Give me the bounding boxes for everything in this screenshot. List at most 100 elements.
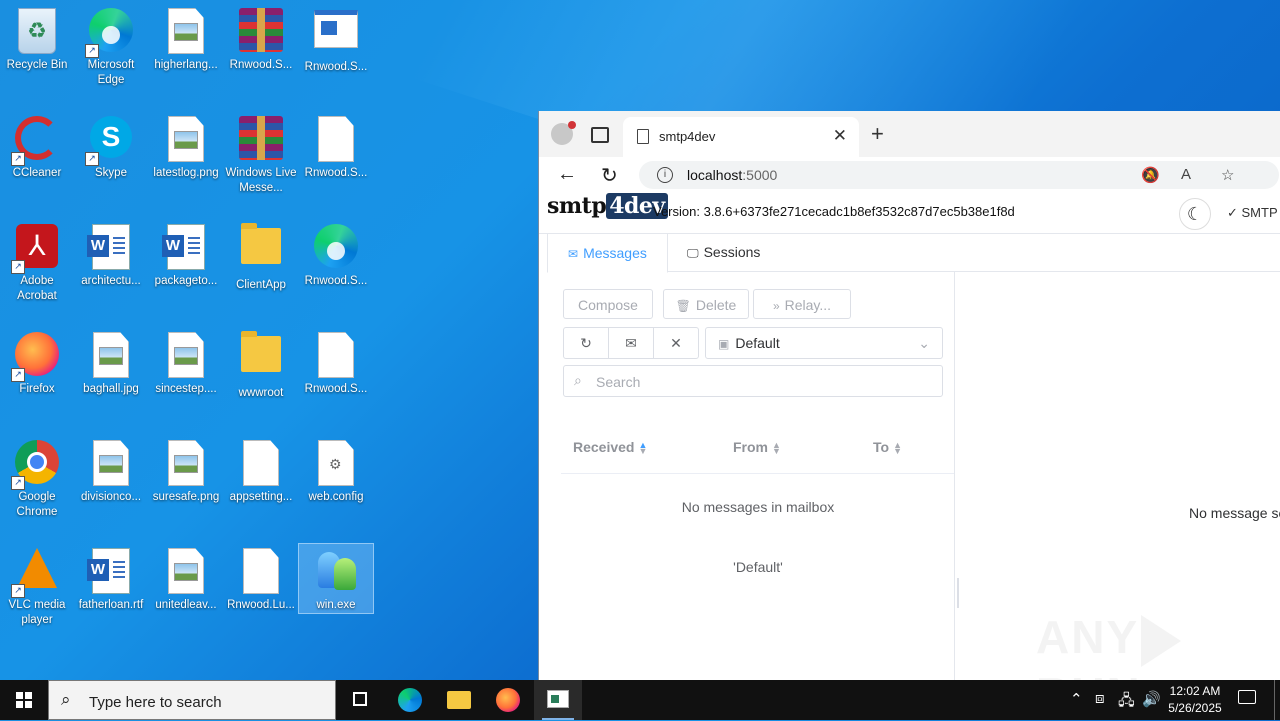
desktop-icon[interactable]: Rnwood.S... <box>299 220 373 289</box>
delete-button[interactable]: 🗑 Delete <box>663 289 749 319</box>
blank-file-icon <box>237 548 285 596</box>
column-to[interactable]: To ▲ ▼ <box>873 439 902 456</box>
blank-file-icon <box>312 116 360 164</box>
desktop-icon[interactable]: suresafe.png <box>149 436 223 505</box>
desktop-icon[interactable]: ↗ Google Chrome <box>0 436 74 520</box>
dark-mode-toggle-icon[interactable]: ☾ <box>1179 198 1211 230</box>
shortcut-arrow-icon: ↗ <box>11 476 25 490</box>
desktop-icon[interactable]: Wpackageto... <box>149 220 223 289</box>
desktop-icon-label: latestlog.png <box>153 167 219 179</box>
read-aloud-icon[interactable]: A <box>1181 166 1191 183</box>
desktop-icon[interactable]: Rnwood.S... <box>224 4 298 73</box>
page-icon <box>637 129 649 144</box>
column-received[interactable]: Received ▲ ▼ <box>573 439 647 456</box>
desktop-icon[interactable]: Wfatherloan.rtf <box>74 544 148 613</box>
refresh-icon[interactable]: ↻ <box>601 163 618 188</box>
desktop-icon[interactable]: Rnwood.S... <box>299 112 373 181</box>
word-doc-icon: W <box>87 224 135 272</box>
desktop-icon[interactable]: appsetting... <box>224 436 298 505</box>
search-input[interactable] <box>594 370 928 394</box>
notification-icon[interactable] <box>1238 690 1256 704</box>
image-file-icon <box>162 548 210 596</box>
show-desktop-button[interactable] <box>1274 680 1280 720</box>
browser-tab-smtp4dev[interactable]: smtp4dev ✕ <box>623 117 859 157</box>
close-tab-icon[interactable]: ✕ <box>833 126 847 146</box>
mailbox-select[interactable]: ▣ Default ⌄ <box>705 327 943 359</box>
profile-avatar-icon[interactable] <box>551 121 576 145</box>
desktop-icon-label: Windows Live Messe... <box>225 167 297 194</box>
column-from[interactable]: From ▲ ▼ <box>733 439 781 456</box>
taskbar-smtp4dev[interactable] <box>534 680 582 720</box>
desktop-icon[interactable]: ⅄ ↗ Adobe Acrobat <box>0 220 74 304</box>
acrobat-icon: ⅄ ↗ <box>11 224 61 274</box>
compose-button[interactable]: Compose <box>563 289 653 319</box>
site-info-icon[interactable]: i <box>657 167 673 183</box>
desktop-icon[interactable]: ↗ Microsoft Edge <box>74 4 148 88</box>
desktop-icon[interactable]: Rnwood.S... <box>299 4 373 75</box>
device-icon[interactable]: ⧈ <box>1095 690 1105 707</box>
desktop-icon[interactable]: divisionco... <box>74 436 148 505</box>
desktop-icon[interactable]: ↗ Firefox <box>0 328 74 397</box>
desktop-icon-label: fatherloan.rtf <box>78 599 144 611</box>
smtp4dev-app: smtp 4dev Version: 3.8.6+6373fe271cecadc1… <box>539 193 1280 680</box>
clock-time: 12:02 AM <box>1169 684 1221 698</box>
no-message-selected-text: No message se <box>1189 505 1280 521</box>
desktop-icon[interactable]: ⚙ web.config <box>299 436 373 505</box>
desktop-icon-label: packageto... <box>154 275 218 287</box>
network-icon[interactable]: 🖧 <box>1118 690 1135 715</box>
desktop-icon[interactable]: Rnwood.Lu... <box>224 544 298 613</box>
desktop-icon[interactable]: higherlang... <box>149 4 223 73</box>
desktop-icon-label: wwwroot <box>238 387 284 399</box>
desktop-icon[interactable]: Warchitectu... <box>74 220 148 289</box>
desktop-icon-label: ClientApp <box>236 279 286 291</box>
desktop-icon[interactable]: win.exe <box>298 543 374 614</box>
desktop-icon[interactable]: latestlog.png <box>149 112 223 181</box>
tab-messages[interactable]: ✉ Messages <box>547 233 668 273</box>
taskbar-firefox[interactable] <box>484 680 532 720</box>
search-icon: ⌕ <box>574 372 582 388</box>
tab-sessions[interactable]: 🖵 Sessions <box>667 233 780 271</box>
windows-logo-icon <box>16 692 32 708</box>
desktop-icon[interactable]: ↗ VLC media player <box>0 544 74 628</box>
tab-actions-icon[interactable] <box>591 127 609 143</box>
clear-icon[interactable]: ✕ <box>653 327 699 359</box>
desktop-icon-label: appsetting... <box>229 491 293 503</box>
folder-icon <box>237 223 285 276</box>
desktop-icon-label: Rnwood.S... <box>304 275 368 287</box>
desktop-icon[interactable]: Windows Live Messe... <box>224 112 298 196</box>
shortcut-arrow-icon: ↗ <box>11 584 25 598</box>
desktop-icon[interactable]: sincestep.... <box>149 328 223 397</box>
clock[interactable]: 12:02 AM 5/26/2025 <box>1162 683 1228 717</box>
desktop-icon[interactable]: S ↗ Skype <box>74 112 148 181</box>
envelope-icon: ✉ <box>568 247 579 261</box>
chevron-up-icon[interactable]: ⌃ <box>1070 690 1083 708</box>
desktop-icon[interactable]: ♻ Recycle Bin <box>0 4 74 73</box>
desktop-icon[interactable]: wwwroot <box>224 328 298 401</box>
resize-handle[interactable] <box>957 578 959 608</box>
task-view-button[interactable] <box>336 680 384 720</box>
back-arrow-icon[interactable]: ← <box>557 163 577 186</box>
desktop-icon[interactable]: ClientApp <box>224 220 298 293</box>
notifications-muted-icon[interactable]: 🔕 <box>1141 166 1160 184</box>
panel-divider <box>954 271 955 680</box>
relay-button[interactable]: » Relay... <box>753 289 851 319</box>
favorite-star-icon[interactable]: ☆ <box>1221 166 1234 184</box>
new-tab-button[interactable]: + <box>871 121 884 147</box>
desktop-icon-label: CCleaner <box>12 167 62 179</box>
taskbar-file-explorer[interactable] <box>435 680 483 720</box>
image-file-icon <box>162 116 210 164</box>
taskbar-edge[interactable] <box>386 680 434 720</box>
desktop-icon[interactable]: unitedleav... <box>149 544 223 613</box>
refresh-messages-icon[interactable]: ↻ <box>563 327 609 359</box>
start-button[interactable] <box>0 680 48 720</box>
taskbar-search-input[interactable] <box>87 691 331 713</box>
address-field[interactable]: i localhost:5000 🔕 A ☆ <box>639 161 1279 189</box>
desktop-icon-label: Rnwood.S... <box>304 383 368 395</box>
desktop-icon[interactable]: Rnwood.S... <box>299 328 373 397</box>
firefox-icon: ↗ <box>11 332 61 382</box>
desktop-icon[interactable]: baghall.jpg <box>74 328 148 397</box>
mark-read-icon[interactable]: ✉ <box>608 327 654 359</box>
desktop-icon[interactable]: ↗ CCleaner <box>0 112 74 181</box>
relay-arrows-icon: » <box>772 299 780 313</box>
volume-icon[interactable]: 🔊 <box>1142 690 1161 708</box>
